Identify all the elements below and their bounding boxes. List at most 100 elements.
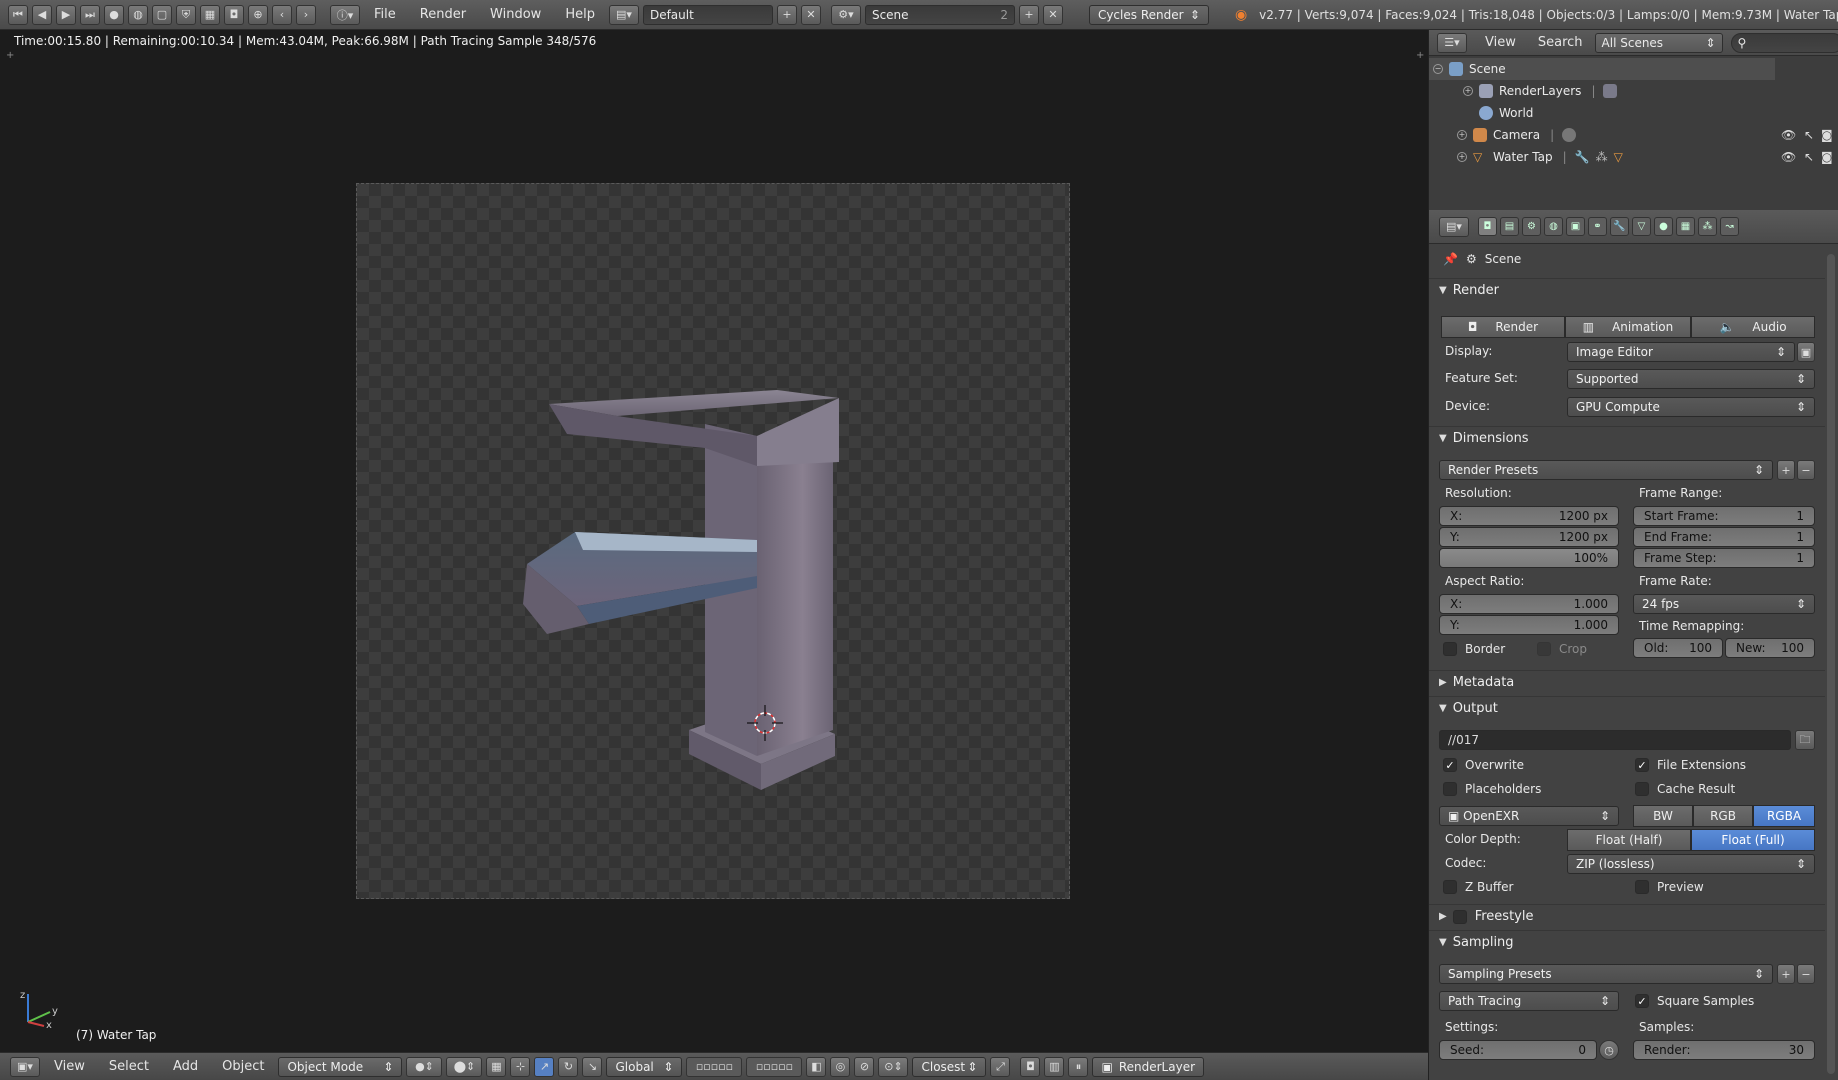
3d-viewport[interactable]: Time:00:15.80 | Remaining:00:10.34 | Mem… — [0, 30, 1428, 1052]
frame-step-field[interactable]: Frame Step: 1 — [1633, 548, 1815, 568]
particles-tab-icon[interactable]: ⁂ — [1698, 217, 1717, 236]
editor-type-icon-3d[interactable]: ▣▾ — [10, 1056, 40, 1077]
render-layer-field[interactable]: ▣ RenderLayer — [1092, 1056, 1205, 1077]
animation-button[interactable]: ▥ Animation — [1565, 316, 1691, 338]
render-tab-icon[interactable]: ◘ — [1478, 217, 1497, 236]
record-icon[interactable]: ● — [104, 4, 124, 25]
opengl-anim-icon[interactable]: ▥ — [1044, 1056, 1065, 1077]
render-panel-header[interactable]: ▼ Render — [1429, 278, 1825, 302]
square-samples-checkbox[interactable]: ✓ Square Samples — [1635, 994, 1754, 1008]
add-sampling-preset-icon[interactable]: + — [1777, 964, 1795, 984]
outliner-menu-view[interactable]: View — [1475, 35, 1526, 50]
orientation-dropdown[interactable]: Global ⇕ — [606, 1056, 683, 1077]
outliner-item-renderlayers[interactable]: + RenderLayers | — [1429, 80, 1838, 102]
time-remap-new-field[interactable]: New: 100 — [1725, 638, 1815, 658]
properties-editor-icon[interactable]: ▤▾ — [1439, 216, 1469, 237]
layer-grid-b[interactable]: ▫▫▫▫▫ — [746, 1056, 803, 1077]
expand-icon[interactable]: + — [1463, 86, 1473, 96]
shading-icon[interactable]: ●⇕ — [406, 1056, 443, 1077]
placeholders-checkbox[interactable]: Placeholders — [1443, 782, 1541, 796]
outliner-item-camera[interactable]: + Camera | 👁 ↖ ◙ — [1429, 124, 1838, 146]
snap-element-icon[interactable]: ⊙⇕ — [878, 1056, 909, 1077]
zbuffer-checkbox[interactable]: Z Buffer — [1443, 880, 1513, 894]
outliner-item-scene[interactable]: − Scene — [1429, 58, 1775, 80]
corner-plus-icon-right[interactable]: + — [1416, 50, 1424, 61]
visibility-eye-icon[interactable]: 👁 — [1781, 128, 1796, 142]
add-circle-icon[interactable]: ⊕ — [248, 4, 268, 25]
frame-rate-dropdown[interactable]: 24 fps ⇕ — [1633, 594, 1815, 614]
preview-checkbox[interactable]: Preview — [1635, 880, 1704, 894]
properties-scrollbar[interactable] — [1827, 254, 1835, 1074]
jump-start-icon[interactable]: ⏮ — [8, 4, 28, 25]
outliner-search-input[interactable]: ⚲ — [1730, 32, 1838, 53]
render-button[interactable]: ◘ Render — [1441, 316, 1565, 338]
menu-help[interactable]: Help — [555, 7, 605, 22]
layer-grid-a[interactable]: ▫▫▫▫▫ — [686, 1056, 743, 1077]
menu-object[interactable]: Object — [212, 1059, 274, 1074]
color-rgba-button[interactable]: RGBA — [1753, 805, 1815, 827]
object-tab-icon[interactable]: ▣ — [1566, 217, 1585, 236]
prev-icon[interactable]: ‹ — [272, 4, 292, 25]
pause-icon[interactable]: ⏸ — [1068, 1056, 1089, 1077]
crop-checkbox[interactable]: Crop — [1537, 642, 1587, 656]
proportional-falloff-icon[interactable]: ⊘ — [854, 1056, 875, 1077]
menu-file[interactable]: File — [364, 7, 406, 22]
color-rgb-button[interactable]: RGB — [1693, 805, 1753, 827]
rotate-icon[interactable]: ↻ — [558, 1056, 579, 1077]
add-layout-icon[interactable]: + — [776, 4, 797, 25]
render-layers-tab-icon[interactable]: ▤ — [1500, 217, 1519, 236]
folder-icon[interactable]: 🗀 — [1795, 730, 1815, 750]
renderable-camera-icon[interactable]: ◙ — [1821, 128, 1833, 142]
visibility-eye-icon[interactable]: 👁 — [1781, 150, 1796, 164]
float-full-button[interactable]: Float (Full) — [1691, 829, 1815, 851]
play-icon[interactable]: ▶ — [56, 4, 76, 25]
border-checkbox[interactable]: Border — [1443, 642, 1505, 656]
output-path-input[interactable]: //017 — [1439, 730, 1791, 750]
outliner-editor-icon[interactable]: ☰▾ — [1437, 32, 1467, 53]
time-remap-old-field[interactable]: Old: 100 — [1633, 638, 1723, 658]
sampling-panel-header[interactable]: ▼ Sampling — [1429, 930, 1825, 954]
add-scene-icon[interactable]: + — [1018, 4, 1039, 25]
outliner-display-mode[interactable]: All Scenes ⇕ — [1594, 32, 1723, 53]
material-tab-icon[interactable]: ● — [1654, 217, 1673, 236]
scene-icon[interactable]: ⚙▾ — [830, 4, 861, 25]
manipulator-icon[interactable]: ⊹ — [510, 1056, 531, 1077]
proportional-icon[interactable]: ◎ — [830, 1056, 851, 1077]
menu-select[interactable]: Select — [99, 1059, 159, 1074]
outliner-item-world[interactable]: World — [1429, 102, 1838, 124]
remove-layout-icon[interactable]: ✕ — [800, 4, 821, 25]
remove-scene-icon[interactable]: ✕ — [1042, 4, 1063, 25]
expand-icon[interactable]: + — [1457, 152, 1467, 162]
next-icon[interactable]: › — [296, 4, 316, 25]
mode-dropdown[interactable]: Object Mode ⇕ — [278, 1056, 403, 1077]
seed-field[interactable]: Seed: 0 — [1439, 1040, 1597, 1060]
animated-seed-icon[interactable]: ◷ — [1599, 1040, 1619, 1060]
remove-sampling-preset-icon[interactable]: − — [1797, 964, 1815, 984]
expand-icon[interactable]: + — [1457, 130, 1467, 140]
freestyle-panel-header[interactable]: ▶ Freestyle — [1429, 904, 1825, 928]
device-dropdown[interactable]: GPU Compute ⇕ — [1567, 397, 1815, 417]
snap-target-dropdown[interactable]: Closest ⇕ — [912, 1056, 987, 1077]
lock-layers-icon[interactable]: ◧ — [806, 1056, 827, 1077]
menu-render[interactable]: Render — [410, 7, 476, 22]
menu-window[interactable]: Window — [480, 7, 551, 22]
file-format-dropdown[interactable]: ▣ OpenEXR ⇕ — [1439, 806, 1619, 826]
layout-icon[interactable]: ▤▾ — [608, 4, 639, 25]
display-dropdown[interactable]: Image Editor ⇕ — [1567, 342, 1795, 362]
layers-icon[interactable]: ▦ — [486, 1056, 507, 1077]
modifiers-tab-icon[interactable]: 🔧 — [1610, 217, 1629, 236]
output-panel-header[interactable]: ▼ Output — [1429, 696, 1825, 720]
pivot-icon[interactable]: ⬤⇕ — [446, 1056, 483, 1077]
checker-icon[interactable]: ▦ — [200, 4, 220, 25]
remove-preset-icon[interactable]: − — [1797, 460, 1815, 480]
outliner-menu-search[interactable]: Search — [1534, 35, 1587, 50]
file-extensions-checkbox[interactable]: ✓ File Extensions — [1635, 758, 1746, 772]
new-file-icon[interactable]: ▢ — [152, 4, 172, 25]
cache-result-checkbox[interactable]: Cache Result — [1635, 782, 1735, 796]
translate-icon[interactable]: ↗ — [534, 1056, 555, 1077]
codec-dropdown[interactable]: ZIP (lossless) ⇕ — [1567, 854, 1815, 874]
render-samples-field[interactable]: Render: 30 — [1633, 1040, 1815, 1060]
metadata-panel-header[interactable]: ▶ Metadata — [1429, 670, 1825, 694]
menu-add[interactable]: Add — [163, 1059, 208, 1074]
aspect-y-field[interactable]: Y: 1.000 — [1439, 615, 1619, 635]
